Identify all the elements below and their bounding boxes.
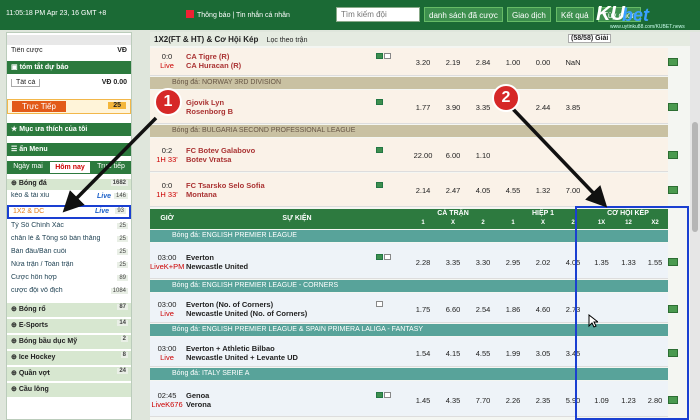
callout-2: 2 (492, 84, 520, 112)
arrow-to-1x2 (62, 116, 158, 213)
arrow-to-double-chance (510, 106, 608, 208)
annotation-arrows (62, 106, 608, 213)
mouse-cursor-icon (588, 314, 598, 328)
callout-1: 1 (154, 88, 182, 116)
